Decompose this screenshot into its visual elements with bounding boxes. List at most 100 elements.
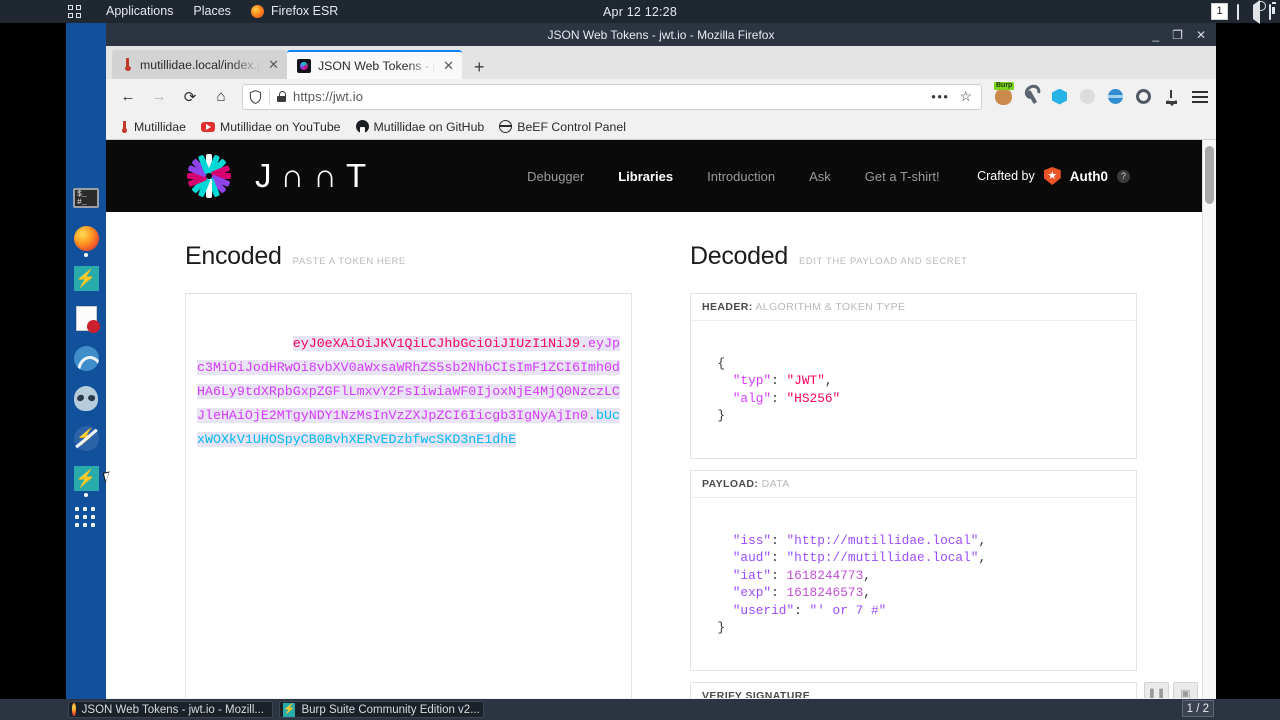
menu-firefox-esr[interactable]: Firefox ESR	[241, 0, 348, 23]
dock-item-armitage[interactable]	[66, 378, 106, 418]
pause-button[interactable]: ❚❚	[1144, 682, 1169, 698]
encoded-heading: Encoded PASTE A TOKEN HERE	[185, 242, 632, 271]
token-text[interactable]: eyJ0eXAiOiJKV1QiLCJhbGciOiJIUzI1NiJ9.eyJ…	[197, 308, 620, 476]
firefox-icon	[73, 225, 99, 251]
dock-item-burp-suite[interactable]: ⚡	[66, 258, 106, 298]
encoded-subtitle: PASTE A TOKEN HERE	[292, 256, 406, 267]
encoded-token-input[interactable]: eyJ0eXAiOiJKV1QiLCJhbGciOiJIUzI1NiJ9.eyJ…	[185, 293, 632, 698]
header-json-editor[interactable]: { "typ": "JWT", "alg": "HS256" }	[691, 321, 1136, 458]
nav-libraries[interactable]: Libraries	[618, 169, 673, 184]
burp-suite-icon: ⚡	[73, 265, 99, 291]
downloads-icon[interactable]	[1163, 88, 1180, 105]
bookmark-star-icon[interactable]: ☆	[959, 88, 972, 105]
bookmark-mutillidae-youtube[interactable]: Mutillidae on YouTube	[195, 118, 347, 136]
mutillidae-icon	[122, 58, 133, 71]
dock-item-file-blocked[interactable]	[66, 298, 106, 338]
tab-strip: mutillidae.local/index.p ✕ JSON Web Toke…	[106, 46, 1216, 79]
wrench-extension-icon[interactable]	[1023, 88, 1040, 105]
close-icon[interactable]: ✕	[443, 58, 454, 74]
json-line: "alg": "HS256"	[732, 390, 841, 406]
battery-icon[interactable]	[1269, 3, 1271, 20]
payload-card-label: PAYLOAD: DATA	[691, 471, 1136, 498]
settings-gear-icon[interactable]	[1135, 88, 1152, 105]
encoded-title: Encoded	[185, 242, 282, 270]
workspace-badge[interactable]: 1	[1211, 3, 1228, 20]
dock-item-wireshark[interactable]	[66, 338, 106, 378]
firefox-icon	[72, 703, 76, 716]
burp-icon: ⚡	[283, 702, 296, 717]
apps-grid-icon[interactable]	[68, 4, 82, 19]
burp-suite-extension-icon[interactable]	[994, 82, 1015, 105]
debugger-panes: Encoded PASTE A TOKEN HERE eyJ0eXAiOiJKV…	[106, 212, 1216, 698]
json-line: "typ": "JWT",	[732, 373, 833, 388]
extensions-toolbar	[989, 82, 1208, 105]
cookie-editor-extension-icon[interactable]	[1079, 88, 1096, 105]
page-actions-icon[interactable]: •••	[931, 89, 949, 104]
window-controls: _ ❐ ✕	[1152, 23, 1216, 46]
padlock-icon[interactable]	[277, 91, 287, 102]
foxyproxy-extension-icon[interactable]	[1107, 88, 1124, 105]
display-icon[interactable]	[1237, 3, 1239, 20]
maximize-button[interactable]: ❐	[1172, 29, 1183, 41]
dock-item-burp-suite-2[interactable]: ⚡	[66, 458, 106, 498]
signature-card-label: VERIFY SIGNATURE	[691, 683, 1136, 698]
bookmark-label: BeEF Control Panel	[517, 119, 626, 134]
taskbar-item-firefox[interactable]: JSON Web Tokens - jwt.io - Mozill...	[68, 701, 273, 718]
nav-ask[interactable]: Ask	[809, 169, 831, 184]
help-circle-icon[interactable]: ?	[1117, 169, 1130, 183]
home-button[interactable]: ⌂	[207, 83, 235, 111]
page-scrollbar-thumb[interactable]	[1205, 146, 1214, 204]
url-bar[interactable]: https://jwt.io ••• ☆	[242, 83, 982, 110]
site-logo[interactable]: J∩∩T	[185, 152, 375, 200]
tab-jwt-io[interactable]: JSON Web Tokens - jwt ✕	[287, 50, 462, 79]
site-nav: Debugger Libraries Introduction Ask Get …	[527, 169, 940, 184]
workspace-indicator[interactable]: 1 / 2	[1181, 700, 1214, 717]
payload-json-editor[interactable]: "iss": "http://mutillidae.local", "aud":…	[691, 498, 1136, 670]
taskbar-item-burp[interactable]: ⚡ Burp Suite Community Edition v2...	[279, 701, 484, 718]
tab-mutillidae[interactable]: mutillidae.local/index.p ✕	[112, 50, 287, 79]
url-bar-actions: ••• ☆	[931, 88, 975, 105]
app-menu-icon[interactable]	[1191, 88, 1208, 105]
terminal-icon: $_ #_	[73, 188, 99, 208]
close-icon[interactable]: ✕	[268, 57, 279, 73]
header-card-label: HEADER: ALGORITHM & TOKEN TYPE	[691, 294, 1136, 321]
nav-debugger[interactable]: Debugger	[527, 169, 584, 184]
dock-item-firefox[interactable]	[66, 218, 106, 258]
menu-applications[interactable]: Applications	[96, 0, 183, 23]
dock-item-terminal[interactable]: $_ #_	[66, 178, 106, 218]
auth0-logo-icon	[1043, 167, 1061, 185]
bookmark-beef-control-panel[interactable]: BeEF Control Panel	[493, 118, 632, 136]
dock-item-show-applications[interactable]	[66, 498, 106, 538]
tab-title: JSON Web Tokens - jwt	[318, 58, 437, 73]
dock-item-burp-disabled[interactable]: ⚡	[66, 418, 106, 458]
json-line: "iat": 1618244773,	[732, 567, 871, 583]
wireshark-icon	[73, 345, 99, 371]
file-blocked-icon	[75, 305, 100, 333]
nav-get-a-tshirt[interactable]: Get a T-shirt!	[865, 169, 940, 184]
url-text[interactable]: https://jwt.io	[293, 89, 363, 104]
volume-icon[interactable]	[1248, 0, 1260, 24]
navigation-toolbar: ← → ⟳ ⌂ https://jwt.io ••• ☆	[106, 79, 1216, 114]
minimize-button[interactable]: _	[1152, 29, 1159, 41]
close-button[interactable]: ✕	[1196, 29, 1206, 41]
nav-introduction[interactable]: Introduction	[707, 169, 775, 184]
back-button[interactable]: ←	[114, 83, 142, 111]
taskbar-item-label: JSON Web Tokens - jwt.io - Mozill...	[81, 703, 264, 716]
page-viewport: J∩∩T Debugger Libraries Introduction Ask…	[106, 140, 1216, 698]
bookmark-mutillidae[interactable]: Mutillidae	[114, 118, 192, 136]
reload-button[interactable]: ⟳	[176, 83, 204, 111]
menu-firefox-label: Firefox ESR	[270, 4, 339, 18]
new-tab-button[interactable]: +	[462, 58, 497, 79]
hackbar-extension-icon[interactable]	[1051, 88, 1068, 105]
forward-button[interactable]: →	[145, 83, 173, 111]
panel-tray: 1	[1211, 0, 1280, 24]
site-header: J∩∩T Debugger Libraries Introduction Ask…	[106, 140, 1216, 212]
tracking-protection-shield-icon[interactable]	[249, 89, 262, 104]
page-scrollbar[interactable]	[1202, 140, 1216, 698]
bookmark-mutillidae-github[interactable]: Mutillidae on GitHub	[350, 118, 491, 136]
stop-button[interactable]: ▣	[1173, 682, 1198, 698]
auth0-label: Auth0	[1069, 168, 1108, 184]
json-line: "aud": "http://mutillidae.local",	[732, 550, 987, 565]
menu-places[interactable]: Places	[183, 0, 241, 23]
taskbar-item-label: Burp Suite Community Edition v2...	[301, 703, 480, 716]
